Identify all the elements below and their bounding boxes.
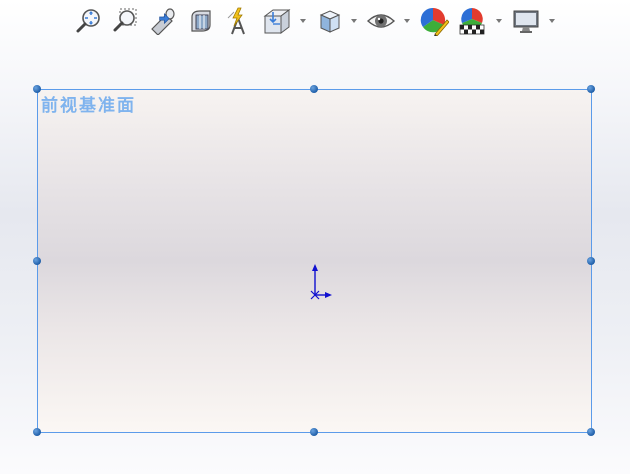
front-plane[interactable]: 前视基准面	[37, 89, 592, 433]
chevron-down-icon	[494, 16, 504, 26]
section-view-button[interactable]	[186, 4, 216, 38]
display-style-button[interactable]	[315, 4, 345, 38]
hide-show-items-icon	[366, 7, 396, 35]
view-orientation-icon	[262, 6, 292, 36]
edit-appearance-button[interactable]	[419, 4, 449, 38]
previous-view-button[interactable]	[148, 4, 178, 38]
plane-handle-bottom-left[interactable]	[33, 428, 41, 436]
zoom-to-area-button[interactable]	[110, 4, 140, 38]
section-view-icon	[186, 7, 216, 35]
zoom-to-fit-icon	[75, 7, 103, 35]
chevron-down-icon	[402, 16, 412, 26]
plane-handle-top-left[interactable]	[33, 85, 41, 93]
chevron-down-icon	[349, 16, 359, 26]
apply-scene-icon	[457, 6, 487, 36]
display-style-icon	[316, 7, 344, 35]
plane-handle-top-right[interactable]	[587, 85, 595, 93]
view-orientation-dropdown[interactable]	[298, 16, 308, 26]
chevron-down-icon	[547, 16, 557, 26]
dynamic-annotation-views-button[interactable]	[224, 4, 254, 38]
view-settings-button[interactable]	[511, 4, 541, 38]
origin[interactable]	[304, 262, 334, 302]
chevron-down-icon	[298, 16, 308, 26]
plane-handle-middle-left[interactable]	[33, 257, 41, 265]
plane-handle-middle-right[interactable]	[587, 257, 595, 265]
plane-label: 前视基准面	[41, 96, 136, 116]
view-orientation-button[interactable]	[262, 4, 292, 38]
display-style-dropdown[interactable]	[349, 16, 359, 26]
hide-show-items-button[interactable]	[366, 4, 396, 38]
monitor-icon	[511, 7, 541, 35]
zoom-to-fit-button[interactable]	[74, 4, 104, 38]
apply-scene-button[interactable]	[457, 4, 487, 38]
heads-up-view-toolbar	[0, 4, 630, 40]
origin-icon	[304, 264, 334, 306]
dynamic-annotation-views-icon	[224, 6, 254, 36]
plane-handle-top-center[interactable]	[310, 85, 318, 93]
view-settings-dropdown[interactable]	[547, 16, 557, 26]
zoom-to-area-icon	[111, 7, 139, 35]
hide-show-items-dropdown[interactable]	[402, 16, 412, 26]
apply-scene-dropdown[interactable]	[494, 16, 504, 26]
edit-appearance-icon	[419, 6, 449, 36]
previous-view-icon	[148, 7, 178, 35]
plane-handle-bottom-center[interactable]	[310, 428, 318, 436]
plane-handle-bottom-right[interactable]	[587, 428, 595, 436]
